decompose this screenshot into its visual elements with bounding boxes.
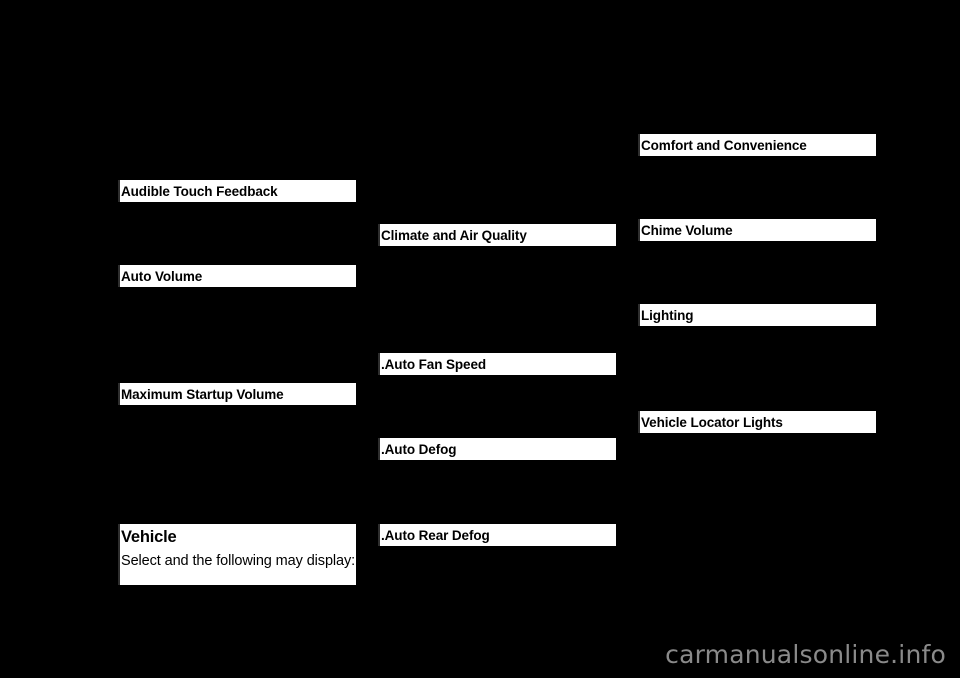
- heading-vehicle-locator-lights-label: Vehicle Locator Lights: [641, 415, 783, 430]
- heading-comfort-and-convenience-label: Comfort and Convenience: [641, 138, 807, 153]
- scan-edge-tick: [378, 438, 380, 460]
- heading-auto-defog: .Auto Defog: [378, 438, 616, 460]
- heading-audible-touch-feedback: Audible Touch Feedback: [118, 180, 356, 202]
- scan-edge-tick: [638, 219, 640, 241]
- heading-lighting: Lighting: [638, 304, 876, 326]
- scan-edge-tick: [118, 265, 120, 287]
- heading-comfort-and-convenience: Comfort and Convenience: [638, 134, 876, 156]
- scan-edge-tick: [118, 524, 120, 549]
- heading-audible-touch-feedback-label: Audible Touch Feedback: [121, 184, 278, 199]
- heading-auto-rear-defog-label: .Auto Rear Defog: [381, 528, 490, 543]
- scan-edge-tick: [638, 134, 640, 156]
- body-vehicle-description: Select and the following may display:: [118, 549, 356, 585]
- heading-climate-and-air-quality: Climate and Air Quality: [378, 224, 616, 246]
- heading-auto-fan-speed-label: .Auto Fan Speed: [381, 357, 487, 372]
- heading-auto-rear-defog: .Auto Rear Defog: [378, 524, 616, 546]
- heading-vehicle-locator-lights: Vehicle Locator Lights: [638, 411, 876, 433]
- heading-chime-volume: Chime Volume: [638, 219, 876, 241]
- heading-vehicle: Vehicle: [118, 524, 356, 549]
- watermark: carmanualsonline.info: [665, 640, 946, 669]
- heading-auto-volume-label: Auto Volume: [121, 269, 203, 284]
- scan-edge-tick: [638, 411, 640, 433]
- scan-edge-tick: [378, 224, 380, 246]
- body-vehicle-description-label: Select and the following may display:: [121, 553, 356, 569]
- heading-maximum-startup-volume: Maximum Startup Volume: [118, 383, 356, 405]
- heading-maximum-startup-volume-label: Maximum Startup Volume: [121, 387, 284, 402]
- heading-auto-volume: Auto Volume: [118, 265, 356, 287]
- heading-chime-volume-label: Chime Volume: [641, 223, 733, 238]
- scan-edge-tick: [378, 524, 380, 546]
- scan-edge-tick: [118, 383, 120, 405]
- heading-lighting-label: Lighting: [641, 308, 694, 323]
- heading-auto-fan-speed: .Auto Fan Speed: [378, 353, 616, 375]
- heading-auto-defog-label: .Auto Defog: [381, 442, 457, 457]
- scan-edge-tick: [118, 549, 120, 585]
- scan-edge-tick: [638, 304, 640, 326]
- manual-page: Audible Touch Feedback Auto Volume Maxim…: [0, 0, 960, 678]
- scan-edge-tick: [118, 180, 120, 202]
- heading-climate-and-air-quality-label: Climate and Air Quality: [381, 228, 527, 243]
- scan-edge-tick: [378, 353, 380, 375]
- heading-vehicle-label: Vehicle: [121, 528, 177, 546]
